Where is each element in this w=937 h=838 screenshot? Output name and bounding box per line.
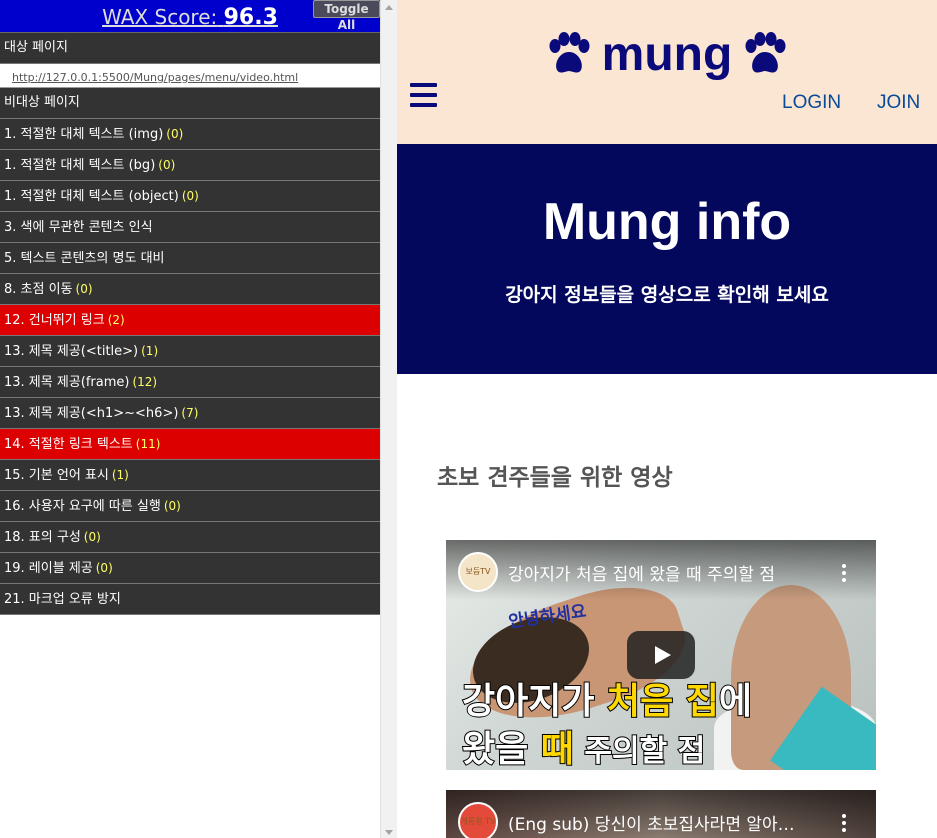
wax-item-1[interactable]: 1. 적절한 대체 텍스트 (bg) (0) (0, 150, 380, 181)
wax-item-3[interactable]: 3. 색에 무관한 콘텐츠 인식 (0, 212, 380, 243)
toggle-all-button[interactable]: Toggle All (313, 0, 380, 32)
channel-avatar[interactable]: 보듬TV (458, 552, 498, 592)
paw-icon (549, 32, 590, 73)
wax-item-count: (0) (181, 189, 199, 203)
wax-item-label: 12. 건너뛰기 링크 (4, 313, 105, 328)
wax-item-count: (2) (107, 313, 125, 327)
wax-item-count: (11) (135, 437, 161, 451)
non-target-page-label: 비대상 페이지 (0, 88, 380, 119)
wax-item-count: (0) (75, 282, 93, 296)
thumbnail-caption-line2: 왔을 때 주의할 점 (461, 728, 706, 770)
wax-item-15[interactable]: 21. 마크업 오류 방지 (0, 584, 380, 615)
more-options-icon[interactable] (842, 814, 846, 835)
wax-item-label: 1. 적절한 대체 텍스트 (bg) (4, 158, 156, 173)
wax-item-list: 1. 적절한 대체 텍스트 (img) (0) 1. 적절한 대체 텍스트 (bg)… (0, 119, 380, 615)
wax-item-label: 1. 적절한 대체 텍스트 (object) (4, 189, 179, 204)
wax-item-label: 13. 제목 제공(<h1>~<h6>) (4, 406, 179, 421)
wax-item-count: (1) (141, 344, 159, 358)
wax-item-6[interactable]: 12. 건너뛰기 링크 (2) (0, 305, 380, 336)
wax-item-label: 3. 색에 무관한 콘텐츠 인식 (4, 220, 153, 235)
hero-subtitle: 강아지 정보들을 영상으로 확인해 보세요 (505, 284, 829, 306)
wax-item-14[interactable]: 19. 레이블 제공 (0) (0, 553, 380, 584)
video-embed-2[interactable]: 개통령 TV (Eng sub) 당신이 초보집사라면 알아야 할 (446, 790, 876, 838)
wax-item-label: 13. 제목 제공(<title>) (4, 344, 139, 359)
target-page-url-link[interactable]: http://127.0.0.1:5500/Mung/pages/menu/vi… (12, 71, 298, 84)
panel-scrollbar[interactable] (380, 0, 397, 838)
wax-item-label: 15. 기본 언어 표시 (4, 468, 109, 483)
wax-item-0[interactable]: 1. 적절한 대체 텍스트 (img) (0) (0, 119, 380, 150)
join-link[interactable]: JOIN (877, 92, 920, 114)
hamburger-menu-icon[interactable] (410, 83, 437, 107)
hero-title: Mung info (542, 193, 792, 251)
wax-item-4[interactable]: 5. 텍스트 콘텐츠의 명도 대비 (0, 243, 380, 274)
wax-header: WAX Score: 96.3 Toggle All (0, 0, 380, 33)
thumbnail-caption-line1: 강아지가 처음 집에 (461, 680, 753, 723)
section-title: 초보 견주들을 위한 영상 (437, 465, 673, 491)
wax-panel: WAX Score: 96.3 Toggle All 대상 페이지 http:/… (0, 0, 380, 838)
wax-item-count: (0) (158, 158, 176, 172)
wax-item-11[interactable]: 15. 기본 언어 표시 (1) (0, 460, 380, 491)
site-logo[interactable]: mung (397, 24, 937, 82)
wax-item-label: 14. 적절한 링크 텍스트 (4, 437, 133, 452)
wax-item-count: (12) (132, 375, 158, 389)
target-page-url-row: http://127.0.0.1:5500/Mung/pages/menu/vi… (0, 64, 380, 88)
wax-item-count: (0) (83, 530, 101, 544)
wax-item-9[interactable]: 13. 제목 제공(<h1>~<h6>) (7) (0, 398, 380, 429)
wax-item-count: (0) (166, 127, 184, 141)
wax-item-count: (0) (95, 561, 113, 575)
wax-item-label: 19. 레이블 제공 (4, 561, 93, 576)
target-page-label: 대상 페이지 (0, 33, 380, 64)
wax-item-count: (7) (181, 406, 199, 420)
video-title-1[interactable]: 강아지가 처음 집에 왔을 때 주의할 점 (508, 560, 808, 585)
more-options-icon[interactable] (842, 564, 846, 585)
wax-item-10[interactable]: 14. 적절한 링크 텍스트 (11) (0, 429, 380, 460)
wax-item-count: (0) (163, 499, 181, 513)
wax-item-count: (1) (111, 468, 129, 482)
wax-item-13[interactable]: 18. 표의 구성 (0) (0, 522, 380, 553)
login-link[interactable]: LOGIN (782, 92, 841, 114)
video-embed-1[interactable]: 안녕하세요 강아지가 처음 집에 왔을 때 주의할 점 보듬TV 강아지가 처음… (446, 540, 876, 770)
site-header: mung LOGIN JOIN (397, 0, 937, 144)
wax-item-12[interactable]: 16. 사용자 요구에 따른 실행 (0) (0, 491, 380, 522)
wax-score-label: WAX Score: (102, 5, 218, 29)
wax-item-label: 18. 표의 구성 (4, 530, 81, 545)
wax-score-link[interactable]: WAX Score: 96.3 (102, 5, 278, 30)
hero-banner: Mung info 강아지 정보들을 영상으로 확인해 보세요 (397, 144, 937, 374)
video-title-2[interactable]: (Eng sub) 당신이 초보집사라면 알아야 할 (508, 810, 808, 835)
wax-item-label: 1. 적절한 대체 텍스트 (img) (4, 127, 164, 142)
wax-item-2[interactable]: 1. 적절한 대체 텍스트 (object) (0) (0, 181, 380, 212)
website-viewport: mung LOGIN JOIN Mung info 강아지 정보들을 영상으로 … (397, 0, 937, 838)
wax-item-label: 21. 마크업 오류 방지 (4, 592, 121, 607)
wax-item-label: 16. 사용자 요구에 따른 실행 (4, 499, 161, 514)
wax-item-8[interactable]: 13. 제목 제공(frame) (12) (0, 367, 380, 398)
wax-item-7[interactable]: 13. 제목 제공(<title>) (1) (0, 336, 380, 367)
scroll-down-icon[interactable] (385, 830, 393, 835)
play-icon[interactable] (627, 631, 695, 679)
wax-item-label: 8. 초점 이동 (4, 282, 73, 297)
paw-icon (745, 32, 786, 73)
wax-item-label: 13. 제목 제공(frame) (4, 375, 130, 390)
wax-item-label: 5. 텍스트 콘텐츠의 명도 대비 (4, 251, 165, 266)
logo-text: mung (601, 27, 733, 81)
wax-item-5[interactable]: 8. 초점 이동 (0) (0, 274, 380, 305)
scroll-up-icon[interactable] (385, 5, 393, 10)
channel-avatar[interactable]: 개통령 TV (458, 802, 498, 838)
wax-score-value: 96.3 (223, 5, 278, 30)
